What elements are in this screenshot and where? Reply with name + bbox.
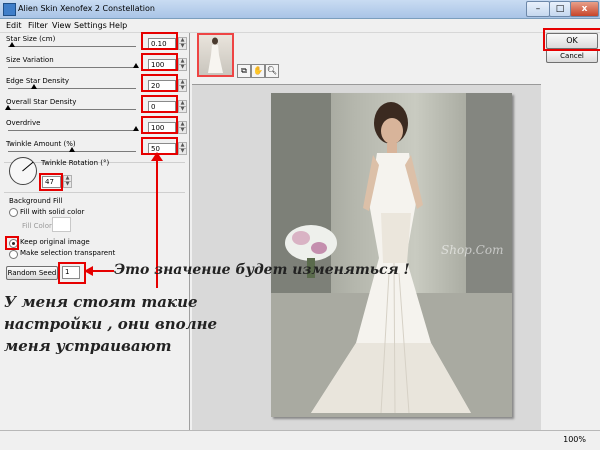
arrow-head-left [84,266,93,276]
dialog-buttons: OK Cancel [541,33,600,430]
preview-toggle-icon[interactable]: ⧉ [237,64,251,78]
menu-edit[interactable]: Edit [6,21,22,30]
twinkle-rotation-label: Twinkle Rotation (°) [41,159,110,167]
highlight-box [141,116,178,134]
preview-canvas[interactable]: Shop.Com [192,84,597,430]
slider-thumb[interactable] [133,126,139,131]
param-label: Twinkle Amount (%) [6,140,76,148]
menu-filter[interactable]: Filter [28,21,48,30]
hand-icon[interactable]: ✋ [251,64,265,78]
settings-annotation: У меня стоят такие настройки , они вполн… [4,293,218,355]
minimize-button[interactable]: – [526,1,550,17]
slider-thumb[interactable] [133,63,139,68]
close-button[interactable]: x [570,1,599,17]
dial-needle [22,161,34,172]
slider-track[interactable] [8,109,136,110]
watermark-text: Shop.Com [441,243,504,257]
seed-annotation: Это значение будет изменяться ! [114,262,410,278]
slider-thumb[interactable] [69,147,75,152]
highlight-box [141,32,178,50]
parameter-panel: Star Size (cm) 0.10 ▲ ▼ Size Variation 1… [0,33,190,430]
fill-solid-radio[interactable] [9,208,18,217]
param-label: Edge Star Density [6,77,70,85]
spin-down[interactable]: ▼ [63,181,72,188]
cancel-button[interactable]: Cancel [546,49,598,63]
menu-view[interactable]: View [52,21,71,30]
param-label: Size Variation [6,56,54,64]
spin-down[interactable]: ▼ [178,106,187,113]
highlight-box [141,53,178,71]
spin-down[interactable]: ▼ [178,64,187,71]
spin-down[interactable]: ▼ [178,148,187,155]
highlight-box [141,74,178,92]
random-seed-button[interactable]: Random Seed [6,266,58,280]
thumbnail-image[interactable] [197,33,234,77]
menu-settings[interactable]: Settings [74,21,107,30]
slider-track[interactable] [8,67,136,68]
slider-thumb[interactable] [30,84,37,89]
highlight-box [5,236,19,250]
highlight-box [141,95,178,113]
highlight-box [58,262,86,284]
title-bar: Alien Skin Xenofex 2 Constellation – □ x [0,0,600,19]
app-icon [3,3,16,16]
preview-photo: Shop.Com [271,93,512,417]
ok-highlight-box [543,28,600,51]
annotation-arrow-horizontal [92,270,114,272]
background-fill-title: Background Fill [9,197,63,205]
slider-track[interactable] [8,130,136,131]
menu-help[interactable]: Help [109,21,127,30]
fill-solid-label: Fill with solid color [20,208,85,216]
spin-down[interactable]: ▼ [178,43,187,50]
thumbnail-figure [208,37,223,73]
slider-thumb[interactable] [5,105,11,110]
make-transparent-label: Make selection transparent [20,249,116,257]
param-label: Overdrive [6,119,41,127]
slider-track[interactable] [8,88,136,89]
fill-color-label: Fill Color [22,222,52,230]
slider-thumb[interactable] [8,42,15,47]
spin-down[interactable]: ▼ [178,85,187,92]
slider-track[interactable] [8,46,136,47]
keep-original-label: Keep original image [20,238,90,246]
fill-color-swatch[interactable] [52,217,71,232]
maximize-button[interactable]: □ [549,1,571,17]
highlight-box [39,173,63,191]
rotation-dial[interactable] [9,157,37,185]
menu-bar: Edit Filter View Settings Help [0,19,600,33]
param-label: Overall Star Density [6,98,77,106]
status-bar: 100% [0,430,600,450]
make-transparent-radio[interactable] [9,250,18,259]
zoom-level: 100% [563,435,586,444]
zoom-icon[interactable]: 🔍︎ [265,64,279,78]
arrow-head-up [151,152,163,161]
spin-down[interactable]: ▼ [178,127,187,134]
window-title: Alien Skin Xenofex 2 Constellation [18,4,155,13]
